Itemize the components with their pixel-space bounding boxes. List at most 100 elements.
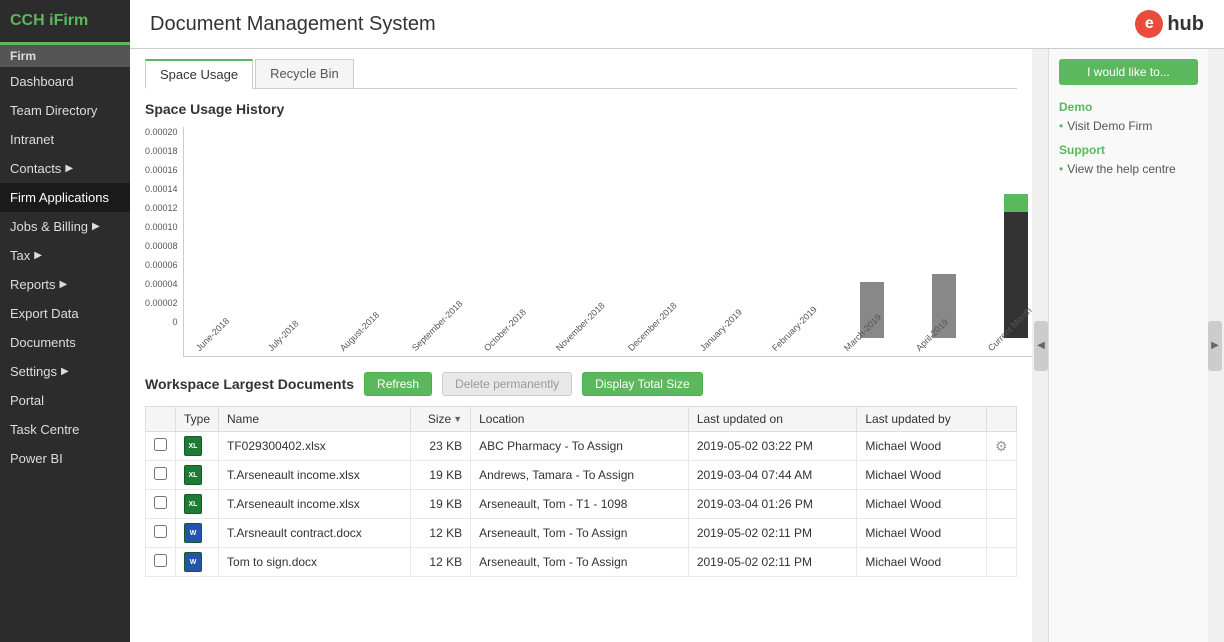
topbar: Document Management System e hub [130, 0, 1224, 49]
settings-arrow: ▶ [61, 366, 69, 377]
row-size: 19 KB [411, 490, 471, 519]
bar-june-2018: June-2018 [194, 338, 254, 356]
row-location: Arseneault, Tom - To Assign [471, 519, 689, 548]
sidebar-item-intranet[interactable]: Intranet [0, 125, 130, 154]
sidebar-item-contacts[interactable]: Contacts ▶ [0, 154, 130, 183]
main-wrapper: Document Management System e hub Space U… [130, 0, 1224, 642]
bar-november-2018: November-2018 [554, 338, 614, 356]
sidebar-item-export-data[interactable]: Export Data [0, 299, 130, 328]
row-actions [987, 519, 1017, 548]
sidebar-item-power-bi[interactable]: Power BI [0, 444, 130, 473]
row-type: W [176, 548, 219, 577]
topbar-right: e hub [1135, 10, 1204, 38]
row-checkbox[interactable] [146, 519, 176, 548]
bar-april-2019: April-2019 [914, 274, 974, 356]
row-type: W [176, 519, 219, 548]
visit-demo-firm-link[interactable]: • Visit Demo Firm [1059, 119, 1198, 133]
bar-current-month: Current Month [986, 194, 1032, 356]
row-location: Arseneault, Tom - T1 - 1098 [471, 490, 689, 519]
size-sort-arrow: ▼ [453, 414, 462, 424]
row-checkbox[interactable] [146, 490, 176, 519]
row-last-updated-by: Michael Wood [857, 461, 987, 490]
sidebar-item-team-directory[interactable]: Team Directory [0, 96, 130, 125]
display-total-size-button[interactable]: Display Total Size [582, 372, 703, 396]
logo-firm: Firm [54, 12, 89, 29]
row-gear[interactable]: ⚙ [987, 432, 1017, 461]
row-last-updated-by: Michael Wood [857, 432, 987, 461]
sidebar: CCH iFirm Firm Dashboard Team Directory … [0, 0, 130, 642]
bar-january-2019: January-2019 [698, 338, 758, 356]
table-header-actions [987, 407, 1017, 432]
content-area: Space Usage Recycle Bin Space Usage Hist… [130, 49, 1224, 642]
sidebar-item-task-centre[interactable]: Task Centre [0, 415, 130, 444]
bar-february-2019: February-2019 [770, 338, 830, 356]
demo-section-title: Demo [1059, 100, 1198, 114]
sidebar-item-tax[interactable]: Tax ▶ [0, 241, 130, 270]
scroll-arrow-left[interactable]: ◀ [1034, 321, 1048, 371]
view-help-centre-link[interactable]: • View the help centre [1059, 162, 1198, 176]
row-checkbox[interactable] [146, 432, 176, 461]
refresh-button[interactable]: Refresh [364, 372, 432, 396]
jobs-arrow: ▶ [92, 221, 100, 232]
sidebar-item-reports[interactable]: Reports ▶ [0, 270, 130, 299]
scroll-arrow-right[interactable]: ▶ [1208, 321, 1222, 371]
row-last-updated-by: Michael Wood [857, 490, 987, 519]
row-checkbox[interactable] [146, 548, 176, 577]
row-name: T.Arseneault income.xlsx [219, 490, 411, 519]
row-type: XL [176, 490, 219, 519]
row-size: 23 KB [411, 432, 471, 461]
contacts-arrow: ▶ [65, 163, 73, 174]
sidebar-section-firm: Firm [0, 45, 130, 67]
sidebar-item-firm-applications[interactable]: Firm Applications [0, 183, 130, 212]
chart-area: June-2018 July-2018 August-2018 [183, 127, 1032, 357]
row-last-updated-on: 2019-03-04 01:26 PM [688, 490, 857, 519]
bar-march-2019: March-2019 [842, 282, 902, 356]
bar-september-2018: September-2018 [410, 338, 470, 356]
row-name: Tom to sign.docx [219, 548, 411, 577]
delete-permanently-button[interactable]: Delete permanently [442, 372, 572, 396]
table-header-size[interactable]: Size ▼ [411, 407, 471, 432]
right-panel: I would like to... Demo • Visit Demo Fir… [1048, 49, 1208, 642]
sidebar-item-portal[interactable]: Portal [0, 386, 130, 415]
row-actions [987, 548, 1017, 577]
row-last-updated-by: Michael Wood [857, 519, 987, 548]
table-row: W Tom to sign.docx 12 KB Arseneault, Tom… [146, 548, 1017, 577]
sidebar-item-documents[interactable]: Documents [0, 328, 130, 357]
current-bar-green-top [1004, 194, 1028, 212]
row-location: Andrews, Tamara - To Assign [471, 461, 689, 490]
table-header-last-updated-by: Last updated by [857, 407, 987, 432]
bar-august-2018: August-2018 [338, 338, 398, 356]
row-checkbox[interactable] [146, 461, 176, 490]
tab-space-usage[interactable]: Space Usage [145, 59, 253, 89]
sidebar-logo: CCH iFirm [0, 0, 130, 45]
row-type: XL [176, 432, 219, 461]
page-title: Document Management System [150, 13, 436, 36]
table-row: XL TF029300402.xlsx 23 KB ABC Pharmacy -… [146, 432, 1017, 461]
tab-recycle-bin[interactable]: Recycle Bin [255, 59, 354, 88]
sidebar-item-dashboard[interactable]: Dashboard [0, 67, 130, 96]
sidebar-item-settings[interactable]: Settings ▶ [0, 357, 130, 386]
table-header-location: Location [471, 407, 689, 432]
row-size: 12 KB [411, 519, 471, 548]
gear-icon[interactable]: ⚙ [995, 438, 1008, 454]
table-row: W T.Arsneault contract.docx 12 KB Arsene… [146, 519, 1017, 548]
chart-title: Space Usage History [145, 101, 1017, 117]
chart-bars-wrapper: June-2018 July-2018 August-2018 [183, 127, 1032, 357]
row-size: 12 KB [411, 548, 471, 577]
table-header-checkbox [146, 407, 176, 432]
bar-july-2018: July-2018 [266, 338, 326, 356]
ehub-logo: e hub [1135, 10, 1204, 38]
sidebar-item-jobs-billing[interactable]: Jobs & Billing ▶ [0, 212, 130, 241]
row-location: ABC Pharmacy - To Assign [471, 432, 689, 461]
documents-table: Type Name Size ▼ Location Last updated o… [145, 406, 1017, 577]
bar-december-2018: December-2018 [626, 338, 686, 356]
row-actions [987, 490, 1017, 519]
workspace-title: Workspace Largest Documents [145, 376, 354, 392]
table-header-type: Type [176, 407, 219, 432]
row-size: 19 KB [411, 461, 471, 490]
tabs: Space Usage Recycle Bin [145, 59, 1017, 89]
ehub-e-circle: e [1135, 10, 1163, 38]
chart-container: 0.00020 0.00018 0.00016 0.00014 0.00012 … [145, 127, 1017, 357]
y-axis: 0.00020 0.00018 0.00016 0.00014 0.00012 … [145, 127, 183, 357]
i-would-like-to-button[interactable]: I would like to... [1059, 59, 1198, 85]
